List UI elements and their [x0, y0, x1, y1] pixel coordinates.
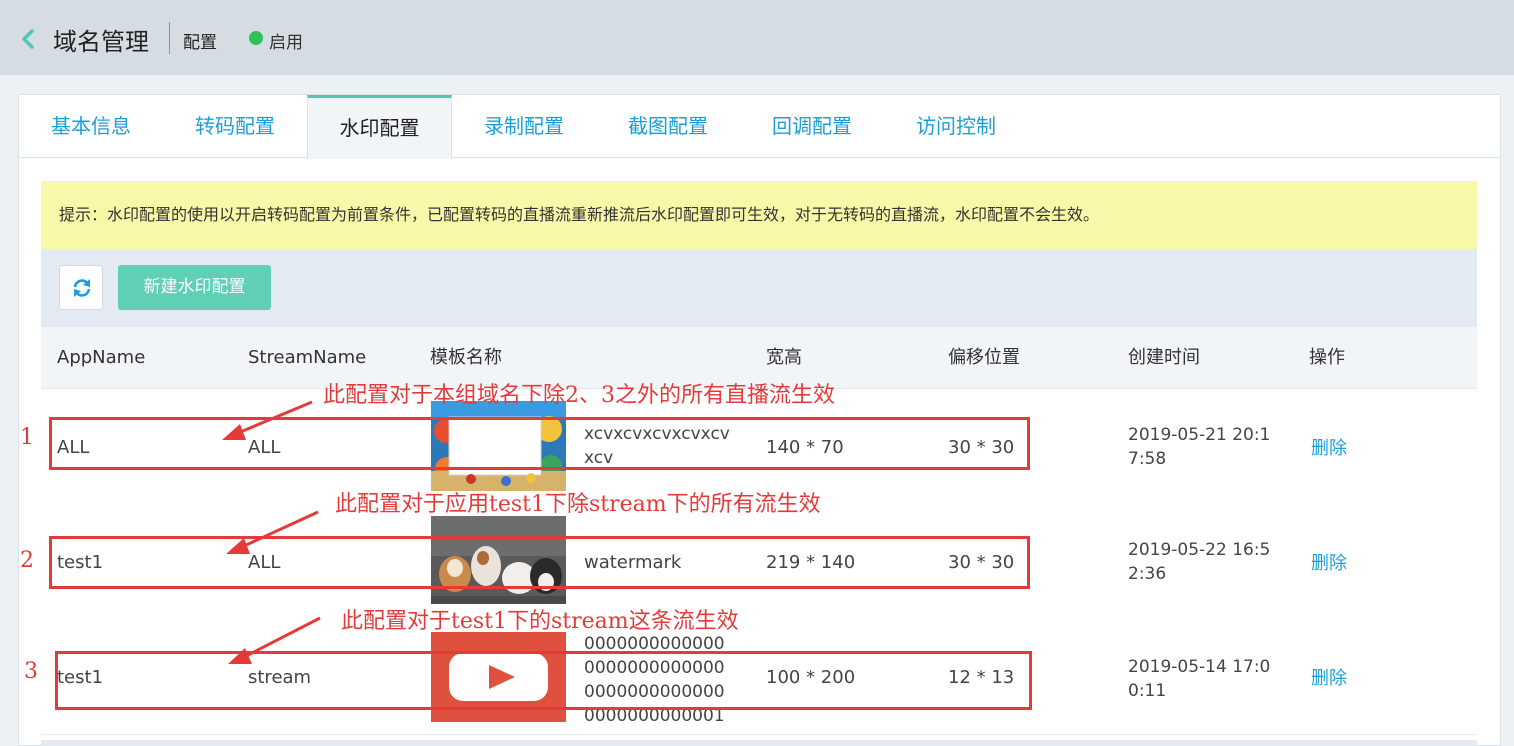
tab-bar: 基本信息 转码配置 水印配置 录制配置 截图配置 回调配置 访问控制: [19, 95, 1500, 159]
col-action: 操作: [1309, 347, 1345, 368]
col-created: 创建时间: [1128, 347, 1200, 368]
tab-callback[interactable]: 回调配置: [740, 95, 884, 158]
tab-watermark[interactable]: 水印配置: [307, 95, 452, 159]
annotation-number-2: 2: [20, 548, 34, 573]
cell-created: 2019-05-22 16:52:36: [1128, 540, 1271, 584]
cell-created: 2019-05-21 20:17:58: [1128, 425, 1271, 469]
tab-access-control[interactable]: 访问控制: [884, 95, 1028, 158]
refresh-button[interactable]: [59, 265, 103, 310]
annotation-text-3: 此配置对于test1下的stream这条流生效: [341, 609, 739, 634]
new-watermark-button[interactable]: 新建水印配置: [118, 265, 271, 310]
col-offset: 偏移位置: [948, 347, 1020, 368]
annotation-number-3: 3: [24, 659, 38, 684]
back-icon[interactable]: [18, 26, 40, 52]
annotation-number-1: 1: [20, 425, 34, 450]
table-footer: [41, 740, 1477, 746]
page-title: 域名管理: [53, 28, 149, 56]
breadcrumb: 配置: [183, 33, 217, 53]
annotation-text-2: 此配置对于应用test1下除stream下的所有流生效: [335, 492, 821, 517]
tab-transcode[interactable]: 转码配置: [163, 95, 307, 158]
delete-link[interactable]: 删除: [1311, 389, 1347, 505]
tab-basic-info[interactable]: 基本信息: [19, 95, 163, 158]
status-badge: 启用: [269, 33, 303, 53]
delete-link[interactable]: 删除: [1311, 619, 1347, 735]
status-dot-icon: [249, 31, 263, 45]
toolbar: 新建水印配置: [41, 249, 1477, 327]
title-divider: [169, 22, 170, 54]
tab-record[interactable]: 录制配置: [452, 95, 596, 158]
tip-banner: 提示：水印配置的使用以开启转码配置为前置条件，已配置转码的直播流重新推流后水印配…: [41, 181, 1477, 249]
refresh-icon: [73, 279, 91, 297]
annotation-box-2: [49, 536, 1030, 589]
delete-link[interactable]: 删除: [1311, 504, 1347, 620]
annotation-box-1: [49, 417, 1030, 470]
annotation-box-3: [55, 651, 1032, 710]
annotation-text-1: 此配置对于本组域名下除2、3之外的所有直播流生效: [323, 383, 835, 408]
tab-snapshot[interactable]: 截图配置: [596, 95, 740, 158]
top-bar: 域名管理 配置 启用: [0, 0, 1514, 75]
cell-created: 2019-05-14 17:00:11: [1128, 657, 1271, 701]
col-appname: AppName: [57, 347, 146, 368]
